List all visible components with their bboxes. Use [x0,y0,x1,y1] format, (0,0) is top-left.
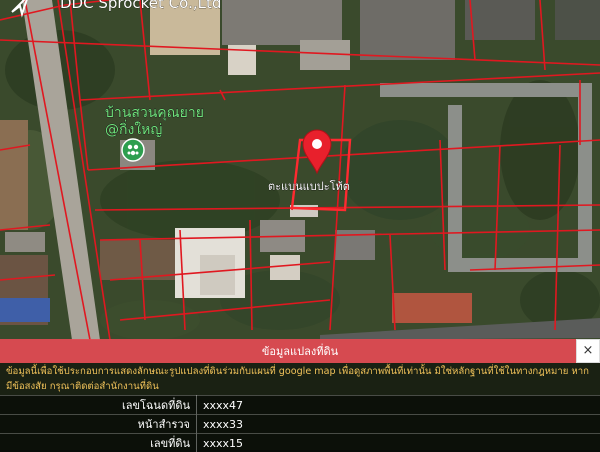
place-marker-icon[interactable] [122,139,144,161]
table-row: เลขโฉนดที่ดิน xxxx47 [0,396,600,415]
panel-title: ข้อมูลแปลงที่ดิน [262,342,338,360]
table-row: หน้าสำรวจ xxxx33 [0,415,600,434]
row-label: เลขที่ดิน [0,434,197,452]
disclaimer-notice: ข้อมูลนี้เพื่อใช้ประกอบการแสดงลักษณะรูปแ… [0,363,600,395]
place-label-line1: บ้านสวนคุณยาย [105,105,204,121]
row-value: xxxx15 [197,434,600,452]
row-label: เลขโฉนดที่ดิน [0,396,197,415]
parcel-info-table: เลขโฉนดที่ดิน xxxx47 หน้าสำรวจ xxxx33 เล… [0,395,600,452]
panel-header: ข้อมูลแปลงที่ดิน [0,339,600,363]
table-row: เลขที่ดิน xxxx15 [0,434,600,452]
parcel-label: ตะแบนแบปะโท้ต [268,179,350,193]
close-button[interactable]: × [576,339,600,363]
row-label: หน้าสำรวจ [0,415,197,434]
place-label-line2: @กิ่งใหญ่ [105,120,162,138]
row-value: xxxx33 [197,415,600,434]
company-label: DDC Sprocket Co.,Ltd [60,0,221,12]
row-value: xxxx47 [197,396,600,415]
